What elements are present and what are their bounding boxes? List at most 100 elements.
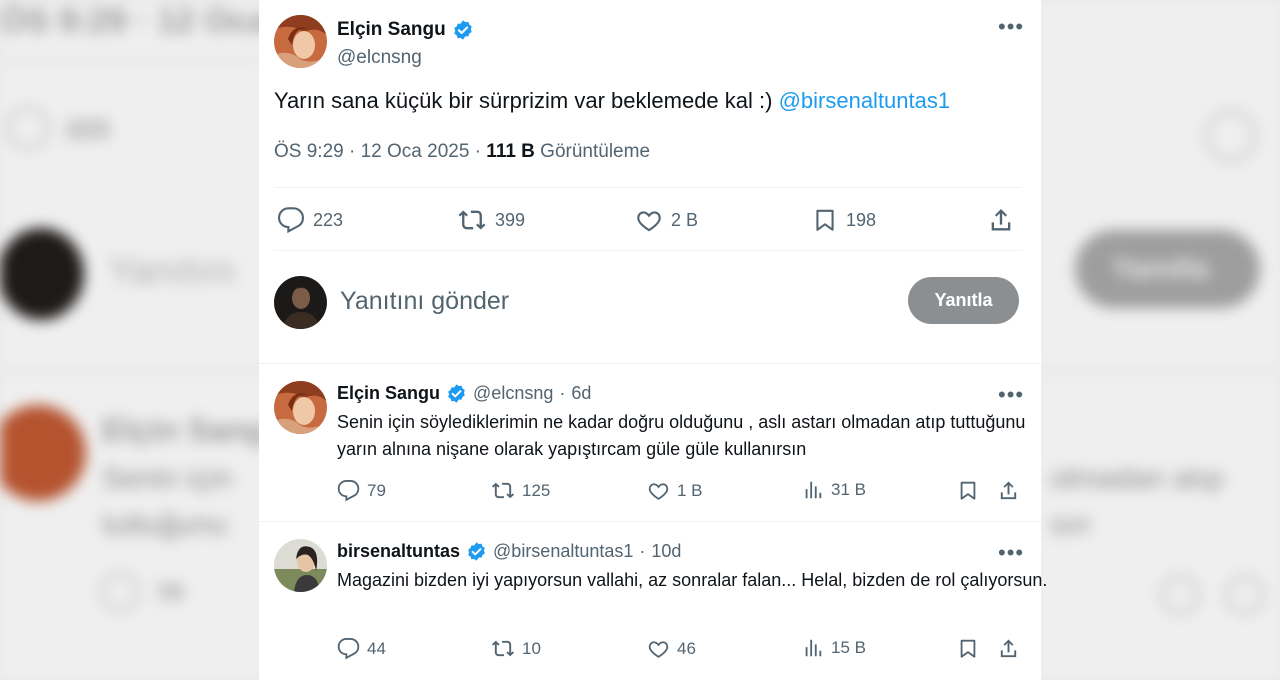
retweet-count: 125 xyxy=(522,480,551,500)
bg-avatar-2 xyxy=(0,405,86,501)
tweet-age[interactable]: 6d xyxy=(571,383,591,404)
views-count: 15 B xyxy=(831,638,866,657)
separator-dot: · xyxy=(639,541,646,561)
reply-tweet-2[interactable]: birsenaltuntas @birsenaltuntas1 · 10d ••… xyxy=(259,522,1047,680)
bg-text-4: sın xyxy=(1050,508,1091,541)
more-options-icon[interactable]: ••• xyxy=(998,542,1024,564)
share-icon xyxy=(991,209,1011,231)
separator-dot: · xyxy=(559,383,566,403)
bookmark-icon xyxy=(960,481,976,500)
views-count: 111 B xyxy=(486,141,535,162)
bookmark-button[interactable]: 198 xyxy=(812,206,876,234)
retweet-button[interactable]: 10 xyxy=(491,637,541,660)
share-button[interactable] xyxy=(997,637,1020,660)
author-handle[interactable]: @birsenaltuntas1 xyxy=(493,541,633,562)
avatar[interactable] xyxy=(274,539,327,592)
tweet-timestamp[interactable]: ÖS 9:29 · 12 Oca 2025 · xyxy=(274,141,486,162)
avatar[interactable] xyxy=(274,381,327,434)
bg-count: 223 xyxy=(66,114,110,144)
bg-text-3: olmadan atıp xyxy=(1050,462,1224,495)
reply-count: 79 xyxy=(367,480,386,500)
heart-icon xyxy=(648,483,669,500)
share-icon xyxy=(1000,639,1017,658)
views-count: 31 B xyxy=(831,480,866,499)
reply-header: Elçin Sangu @elcnsng · 6d xyxy=(337,383,591,404)
reply-actions: 79 125 1 B 31 B xyxy=(337,479,1019,505)
reply-button[interactable]: 79 xyxy=(337,479,386,502)
reply-count: 44 xyxy=(367,638,386,658)
bg-count-2: 79 xyxy=(156,580,183,607)
reply-submit-button[interactable]: Yanıtla xyxy=(908,277,1019,324)
retweet-icon xyxy=(458,210,486,230)
verified-badge-icon xyxy=(448,384,465,403)
heart-icon xyxy=(637,211,661,232)
reply-icon xyxy=(277,207,305,234)
like-count: 2 B xyxy=(671,209,699,230)
divider xyxy=(274,187,1022,188)
like-count: 1 B xyxy=(677,480,703,500)
tweet-thread-card: Elçin Sangu @elcnsng ••• Yarın sana küçü… xyxy=(259,0,1047,680)
user-avatar[interactable] xyxy=(274,276,327,329)
reply-input[interactable]: Yanıtını gönder xyxy=(340,287,509,316)
tweet-text-body: Yarın sana küçük bir sürprizim var bekle… xyxy=(274,88,779,113)
reply-actions: 44 10 46 15 B xyxy=(337,637,1019,663)
share-button[interactable] xyxy=(987,206,1015,234)
retweet-button[interactable]: 399 xyxy=(457,206,525,234)
reply-text: Magazini bizden iyi yapıyorsun vallahi, … xyxy=(337,570,1048,590)
bg-icon-r2 xyxy=(1225,575,1265,615)
like-count: 46 xyxy=(677,638,696,658)
bg-share-icon xyxy=(1205,110,1257,162)
retweet-count: 399 xyxy=(495,209,526,230)
verified-badge-icon xyxy=(468,542,485,561)
bookmark-icon xyxy=(816,209,834,231)
bg-button-text: Yanıtla xyxy=(1112,252,1209,285)
author-handle[interactable]: @elcnsng xyxy=(473,383,553,404)
tweet-text: Yarın sana küçük bir sürprizim var bekle… xyxy=(274,88,950,114)
verified-badge-icon xyxy=(454,20,472,40)
reply-icon xyxy=(337,638,360,660)
like-button[interactable]: 46 xyxy=(647,637,696,660)
bookmark-count: 198 xyxy=(846,209,877,230)
reply-tweet-1[interactable]: Elçin Sangu @elcnsng · 6d ••• Senin için… xyxy=(259,364,1041,521)
bg-reply-placeholder: Yanıtını xyxy=(108,250,237,292)
author-name[interactable]: birsenaltuntas xyxy=(337,541,460,562)
bg-top-text: ÖS 9:29 · 12 Oca 2 xyxy=(0,2,297,40)
reply-text: Senin için söylediklerimin ne kadar doğr… xyxy=(337,412,1026,459)
views-button[interactable]: 15 B xyxy=(802,637,866,659)
more-options-icon[interactable]: ••• xyxy=(998,384,1024,406)
retweet-count: 10 xyxy=(522,638,541,658)
reply-composer: Yanıtını gönder Yanıtla xyxy=(274,275,1019,330)
bg-text-1: Senin için xyxy=(102,462,233,495)
bg-avatar xyxy=(0,228,84,320)
reply-header: birsenaltuntas @birsenaltuntas1 · 10d xyxy=(337,541,681,562)
like-button[interactable]: 1 B xyxy=(647,479,703,502)
author-name[interactable]: Elçin Sangu xyxy=(337,383,440,404)
tweet-age[interactable]: 10d xyxy=(651,541,681,562)
main-tweet-actions: 223 399 2 B 198 xyxy=(277,203,1019,237)
avatar[interactable] xyxy=(274,15,327,68)
reply-icon xyxy=(337,480,360,502)
tweet-meta: ÖS 9:29 · 12 Oca 2025 · 111 B Görüntülem… xyxy=(274,141,650,163)
share-icon xyxy=(1000,481,1017,500)
reply-button[interactable]: 44 xyxy=(337,637,386,660)
bg-text-2: tuttuğunu xyxy=(102,508,228,541)
bg-divider xyxy=(0,60,259,62)
bg-name: Elçin Sang xyxy=(102,412,266,448)
bookmark-button[interactable] xyxy=(957,479,979,502)
main-tweet-header: Elçin Sangu @elcnsng xyxy=(274,15,474,69)
views-label: Görüntüleme xyxy=(534,141,651,162)
views-button[interactable]: 31 B xyxy=(802,479,866,501)
more-options-icon[interactable]: ••• xyxy=(998,16,1024,38)
author-name[interactable]: Elçin Sangu xyxy=(337,19,446,41)
author-name-row: Elçin Sangu xyxy=(337,19,474,41)
reply-button[interactable]: 223 xyxy=(277,206,343,234)
divider xyxy=(274,250,1022,251)
retweet-button[interactable]: 125 xyxy=(491,479,550,502)
analytics-icon xyxy=(805,481,822,499)
author-handle[interactable]: @elcnsng xyxy=(337,47,474,69)
like-button[interactable]: 2 B xyxy=(635,206,698,234)
share-button[interactable] xyxy=(997,479,1020,502)
bookmark-button[interactable] xyxy=(957,637,979,660)
mention-link[interactable]: @birsenaltuntas1 xyxy=(779,88,951,113)
heart-icon xyxy=(648,641,669,658)
